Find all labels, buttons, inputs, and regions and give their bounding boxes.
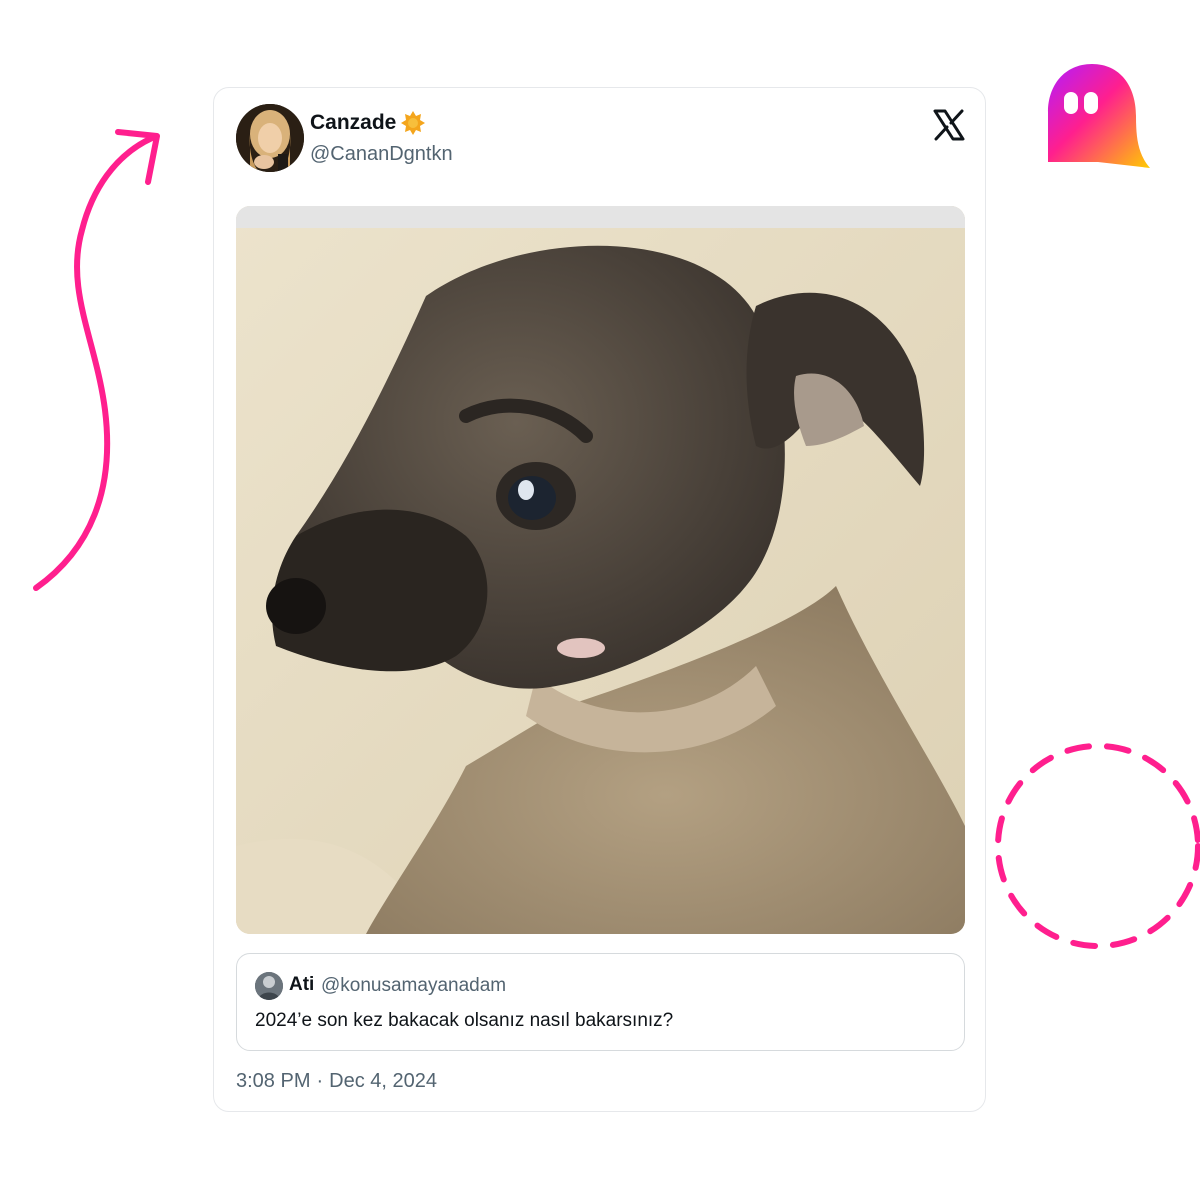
display-name-row: Canzade bbox=[310, 110, 426, 136]
tweet-timestamp[interactable]: 3:08 PM · Dec 4, 2024 bbox=[236, 1070, 437, 1093]
tweet-header: Canzade @CananDgntkn bbox=[236, 104, 966, 176]
dog-photo-icon bbox=[236, 206, 965, 934]
verified-badge-icon bbox=[401, 111, 426, 135]
quoted-avatar-icon bbox=[255, 972, 283, 1000]
quoted-tweet-card[interactable]: Ati @konusamayanadam 2024’e son kez baka… bbox=[236, 953, 965, 1051]
timestamp-separator: · bbox=[316, 1070, 324, 1092]
dashed-circle-icon bbox=[995, 743, 1200, 949]
tweet-date: Dec 4, 2024 bbox=[329, 1070, 438, 1092]
profile-photo-icon bbox=[236, 104, 304, 172]
tweet-card[interactable]: Canzade @CananDgntkn Ati @konusamayanada… bbox=[213, 87, 986, 1112]
quoted-display-name[interactable]: Ati bbox=[289, 974, 314, 996]
quoted-tweet-text: 2024’e son kez bakacak olsanız nasıl bak… bbox=[255, 1010, 674, 1031]
curved-arrow-icon bbox=[33, 129, 160, 591]
tweet-time: 3:08 PM bbox=[236, 1070, 311, 1092]
author-handle[interactable]: @CananDgntkn bbox=[310, 143, 453, 166]
author-display-name[interactable]: Canzade bbox=[310, 111, 396, 135]
quoted-author-avatar[interactable] bbox=[255, 972, 283, 1000]
quoted-handle[interactable]: @konusamayanadam bbox=[321, 975, 506, 997]
author-avatar[interactable] bbox=[236, 104, 304, 172]
ghost-logo-icon bbox=[1048, 64, 1150, 168]
tweet-media-photo[interactable] bbox=[236, 206, 965, 934]
x-logo-icon[interactable] bbox=[932, 108, 966, 142]
canvas: Canzade @CananDgntkn Ati @konusamayanada… bbox=[0, 0, 1200, 1200]
